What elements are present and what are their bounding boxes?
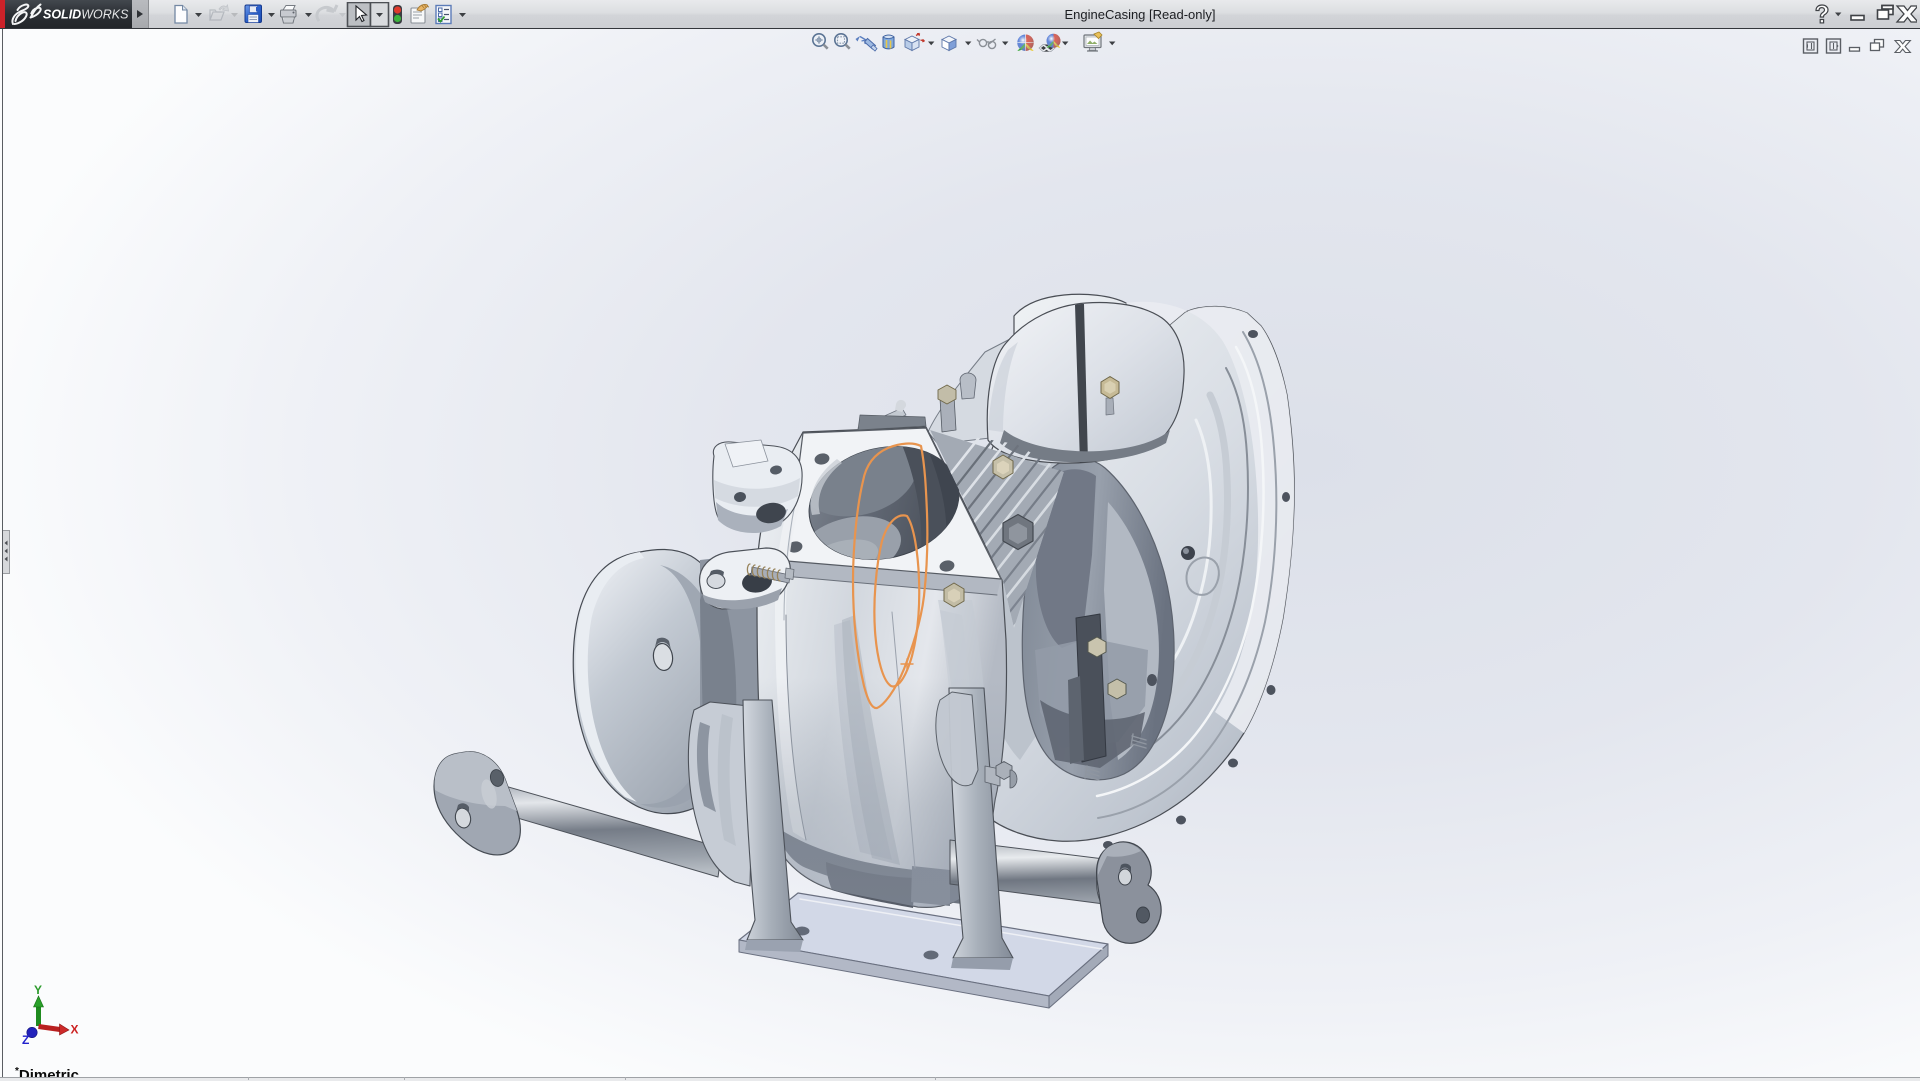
svg-text:Y: Y [34, 983, 42, 997]
svg-text:X: X [71, 1023, 79, 1037]
svg-text:Z: Z [22, 1033, 29, 1047]
